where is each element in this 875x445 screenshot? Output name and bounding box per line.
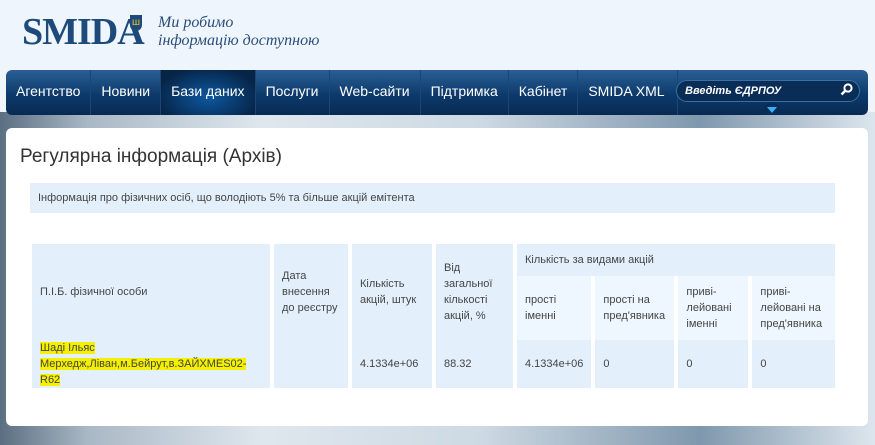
header-pref-named: приві-лейовані іменні: [678, 276, 749, 340]
cell-simple-bearer: 0: [595, 340, 675, 388]
nav-websites[interactable]: Web-сайти: [330, 70, 421, 115]
nav-smida-xml[interactable]: SMIDA XML: [578, 70, 678, 115]
cell-count: 4.1334e+06: [352, 340, 432, 388]
header-simple-named: прості іменні: [517, 276, 592, 340]
page-title: Регулярна інформація (Архів): [20, 146, 282, 167]
cell-name: Шаді Ільяс Мерхедж,Ліван,м.Бейрут,в.ЗАЙХМ…: [32, 340, 270, 388]
shareholders-table: П.І.Б. фізичної особи Дата внесення до р…: [28, 244, 839, 388]
cell-simple-named: 4.1334e+06: [517, 340, 592, 388]
cell-pref-bearer: 0: [752, 340, 835, 388]
header-count: Кількість акцій, штук: [352, 244, 432, 340]
header-percent: Від загальної кількості акцій, %: [436, 244, 513, 340]
smida-logo[interactable]: SMIDA: [22, 10, 145, 54]
site-header: SMIDA ш Ми робимо інформацію доступною: [0, 0, 875, 70]
table-row: Шаді Ільяс Мерхедж,Ліван,м.Бейрут,в.ЗАЙХМ…: [32, 340, 835, 388]
trident-icon: ш: [130, 15, 142, 31]
header-simple-bearer: прості на пред'явника: [595, 276, 675, 340]
info-banner: Інформація про фізичних осіб, що володію…: [30, 183, 835, 213]
cell-pref-named: 0: [678, 340, 749, 388]
expand-arrow-icon[interactable]: [761, 103, 783, 115]
cell-date: [274, 340, 348, 388]
nav-news[interactable]: Новини: [91, 70, 162, 115]
header-by-type: Кількість за видами акцій: [517, 244, 835, 276]
search-icon[interactable]: [840, 83, 853, 96]
nav-support[interactable]: Підтримка: [421, 70, 509, 115]
header-name: П.І.Б. фізичної особи: [32, 244, 270, 340]
cell-percent: 88.32: [436, 340, 513, 388]
main-nav: Агентство Новини Бази даних Послуги Web-…: [6, 70, 868, 115]
header-pref-bearer: приві-лейовані на пред'явника: [752, 276, 835, 340]
nav-databases[interactable]: Бази даних: [161, 70, 256, 115]
slogan: Ми робимо інформацію доступною: [158, 14, 320, 49]
header-date: Дата внесення до реєстру: [274, 244, 348, 340]
edrpou-search-input[interactable]: Введіть ЄДРПОУ: [676, 80, 860, 102]
content-card: Регулярна інформація (Архів) Інформація …: [6, 128, 868, 426]
nav-agency[interactable]: Агентство: [6, 70, 92, 115]
nav-services[interactable]: Послуги: [256, 70, 330, 115]
nav-cabinet[interactable]: Кабінет: [509, 70, 579, 115]
